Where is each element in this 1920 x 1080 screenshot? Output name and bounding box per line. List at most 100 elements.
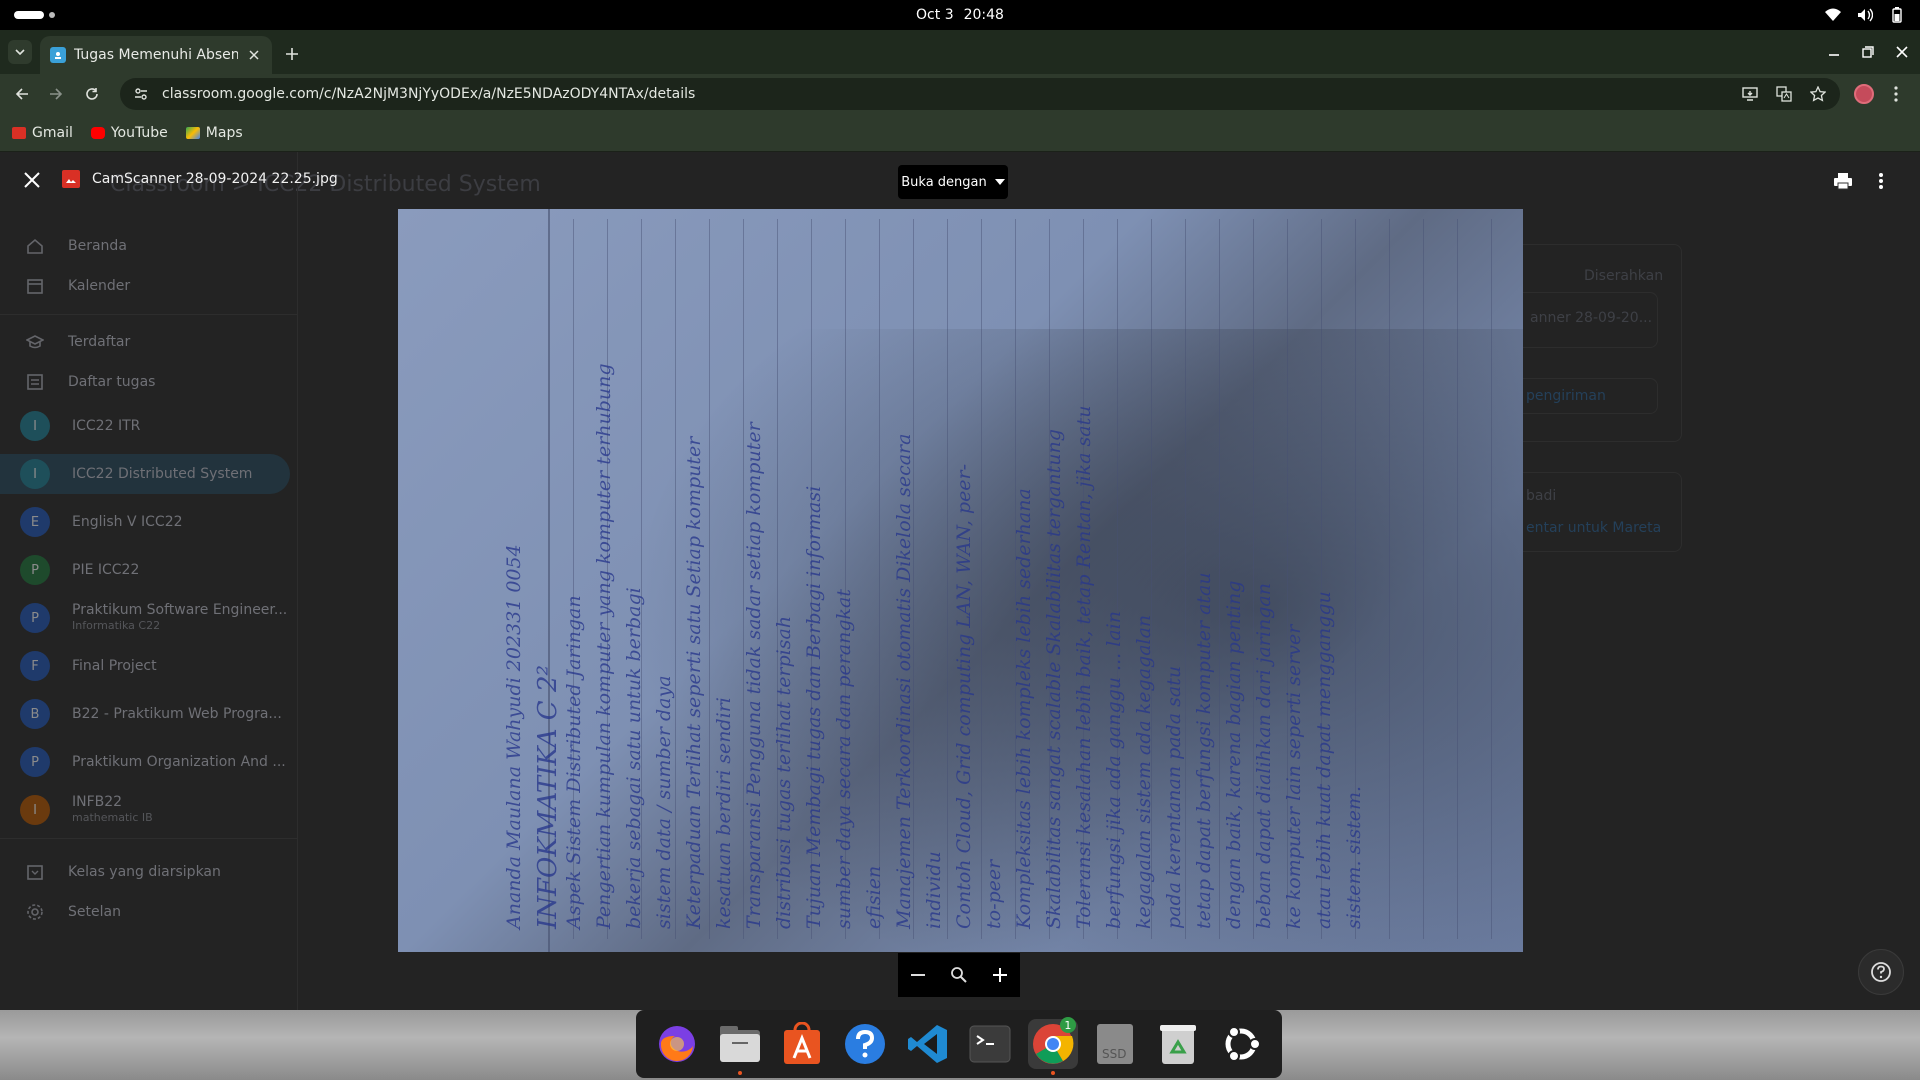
handwritten-line: individu xyxy=(923,851,945,929)
handwritten-line: sistem data / sumber daya xyxy=(653,675,675,929)
close-viewer-icon[interactable] xyxy=(22,170,42,190)
notebook-rule-line xyxy=(879,219,880,939)
handwritten-line: tetap dapat berfungsi komputer atau xyxy=(1193,572,1215,929)
class-avatar: P xyxy=(20,603,50,633)
active-tab[interactable]: Tugas Memenuhi Absens xyxy=(40,36,272,74)
sidebar-class-item[interactable]: P Praktikum Organization And ... xyxy=(0,742,290,782)
system-top-bar: Oct 3 20:48 xyxy=(0,0,1920,30)
print-icon[interactable] xyxy=(1832,170,1854,192)
notification-badge: 1 xyxy=(1059,1017,1076,1033)
sidebar-item-enrolled[interactable]: Terdaftar xyxy=(0,322,290,362)
window-controls xyxy=(1826,44,1910,60)
chrome-menu-icon[interactable] xyxy=(1886,84,1906,104)
handwritten-line: berfungsi jika ada ganggu ... lain xyxy=(1103,611,1125,929)
file-viewer-header: CamScanner 28-09-2024 22.25.jpg Buka den… xyxy=(0,152,1920,210)
sidebar-class-item[interactable]: I INFB22 mathematic IB xyxy=(0,790,290,830)
close-window-icon[interactable] xyxy=(1894,44,1910,60)
app-center-icon[interactable] xyxy=(777,1019,827,1069)
help-app-icon[interactable] xyxy=(840,1019,890,1069)
handwritten-line: kesatuan berdiri sendiri xyxy=(713,697,735,929)
more-options-icon[interactable] xyxy=(1870,170,1892,192)
minimize-icon[interactable] xyxy=(1826,44,1842,60)
browser-toolbar: classroom.google.com/c/NzA2NjM3NjYyODEx/… xyxy=(0,74,1920,114)
sidebar-class-item[interactable]: P Praktikum Software Engineer... Informat… xyxy=(0,598,290,638)
back-arrow-icon[interactable] xyxy=(12,84,32,104)
ssd-drive-icon[interactable]: SSD xyxy=(1090,1019,1140,1069)
handwritten-line: bekerja sebagai satu untuk berbagi xyxy=(623,587,645,929)
site-settings-icon[interactable] xyxy=(134,87,148,101)
install-app-icon[interactable] xyxy=(1742,87,1758,101)
class-name: Final Project xyxy=(72,658,157,674)
handwritten-line: Toleransi kesalahan lebih baik, tetap Re… xyxy=(1073,405,1095,929)
notebook-rule-line xyxy=(947,219,948,939)
open-with-button[interactable]: Buka dengan xyxy=(898,165,1008,199)
classroom-favicon xyxy=(50,47,66,63)
sidebar-item-archived[interactable]: Kelas yang diarsipkan xyxy=(0,852,290,892)
sidebar-class-item[interactable]: B B22 - Praktikum Web Progra... xyxy=(0,694,290,734)
class-avatar: F xyxy=(20,651,50,681)
notebook-rule-line xyxy=(1491,219,1492,939)
calendar-icon xyxy=(24,275,46,297)
gmail-icon xyxy=(12,126,26,139)
handwritten-line: beban dapat dialihkan dari jaringan xyxy=(1253,583,1275,929)
bookmark-label: Gmail xyxy=(32,124,73,141)
sidebar-item-todo[interactable]: Daftar tugas xyxy=(0,362,290,402)
class-avatar: I xyxy=(20,795,50,825)
sidebar-class-item[interactable]: I ICC22 ITR xyxy=(0,406,290,446)
url-text: classroom.google.com/c/NzA2NjM3NjYyODEx/… xyxy=(162,86,696,102)
date-label: Oct 3 xyxy=(916,7,954,23)
attachment-name: anner 28-09-20... xyxy=(1530,310,1653,326)
chevron-down-icon xyxy=(15,49,25,55)
scanned-document-image: Ananda Maulana Wahyudi 202331 0054 INFOKM… xyxy=(398,209,1523,952)
system-tray[interactable] xyxy=(1824,6,1906,24)
sidebar-item-settings[interactable]: Setelan xyxy=(0,892,290,932)
translate-icon[interactable] xyxy=(1776,86,1792,102)
clock[interactable]: Oct 3 20:48 xyxy=(916,7,1004,23)
ubuntu-logo-icon[interactable] xyxy=(1216,1019,1266,1069)
tab-search-button[interactable] xyxy=(8,40,32,64)
sidebar-item-home[interactable]: Beranda xyxy=(0,226,290,266)
zoom-reset-button[interactable] xyxy=(947,963,971,987)
sidebar-class-item[interactable]: F Final Project xyxy=(0,646,290,686)
firefox-icon[interactable] xyxy=(652,1019,702,1069)
zoom-in-button[interactable] xyxy=(988,963,1012,987)
chrome-icon[interactable]: 1 xyxy=(1027,1017,1078,1075)
help-button[interactable] xyxy=(1858,949,1904,995)
class-avatar: P xyxy=(20,555,50,585)
handwritten-line: atau lebih kuat dapat mengganggu xyxy=(1313,591,1335,929)
sidebar-item-calendar[interactable]: Kalender xyxy=(0,266,290,306)
sidebar-class-item-active[interactable]: I ICC22 Distributed System xyxy=(0,454,290,494)
trash-icon[interactable] xyxy=(1153,1019,1203,1069)
forward-arrow-icon[interactable] xyxy=(46,84,66,104)
sidebar-class-item[interactable]: E English V ICC22 xyxy=(0,502,290,542)
reload-icon[interactable] xyxy=(82,84,102,104)
class-name: ICC22 Distributed System xyxy=(72,466,253,482)
handwritten-line: Tujuan Membagi tugas dan Berbagi informa… xyxy=(803,485,825,929)
class-name: INFB22 xyxy=(72,794,123,810)
close-tab-icon[interactable] xyxy=(246,47,262,63)
sidebar-item-label: Kelas yang diarsipkan xyxy=(68,864,221,880)
bookmark-gmail[interactable]: Gmail xyxy=(12,125,73,141)
bookmark-maps[interactable]: Maps xyxy=(185,125,243,141)
new-tab-button[interactable] xyxy=(282,44,302,64)
bookmark-star-icon[interactable] xyxy=(1810,86,1826,102)
plus-icon xyxy=(286,48,298,60)
class-avatar: B xyxy=(20,699,50,729)
zoom-out-button[interactable] xyxy=(906,963,930,987)
add-comment-link[interactable]: entar untuk Mareta xyxy=(1526,520,1661,536)
activities-indicator[interactable] xyxy=(14,11,55,19)
restore-icon[interactable] xyxy=(1860,44,1876,60)
viewer-file-info: CamScanner 28-09-2024 22.25.jpg xyxy=(62,170,338,188)
vscode-icon[interactable] xyxy=(903,1019,953,1069)
class-avatar: E xyxy=(20,507,50,537)
address-bar[interactable]: classroom.google.com/c/NzA2NjM3NjYyODEx/… xyxy=(120,78,1840,110)
magnifier-icon xyxy=(951,967,967,983)
terminal-icon[interactable] xyxy=(965,1019,1015,1069)
bookmark-youtube[interactable]: YouTube xyxy=(90,125,168,141)
handwritten-line: efisien xyxy=(863,865,885,929)
profile-avatar[interactable] xyxy=(1854,84,1874,104)
sidebar-class-item[interactable]: P PIE ICC22 xyxy=(0,550,290,590)
handwritten-line: dengan baik, karena bagian penting xyxy=(1223,580,1245,929)
wifi-icon xyxy=(1824,6,1842,24)
files-icon[interactable] xyxy=(715,1019,765,1075)
